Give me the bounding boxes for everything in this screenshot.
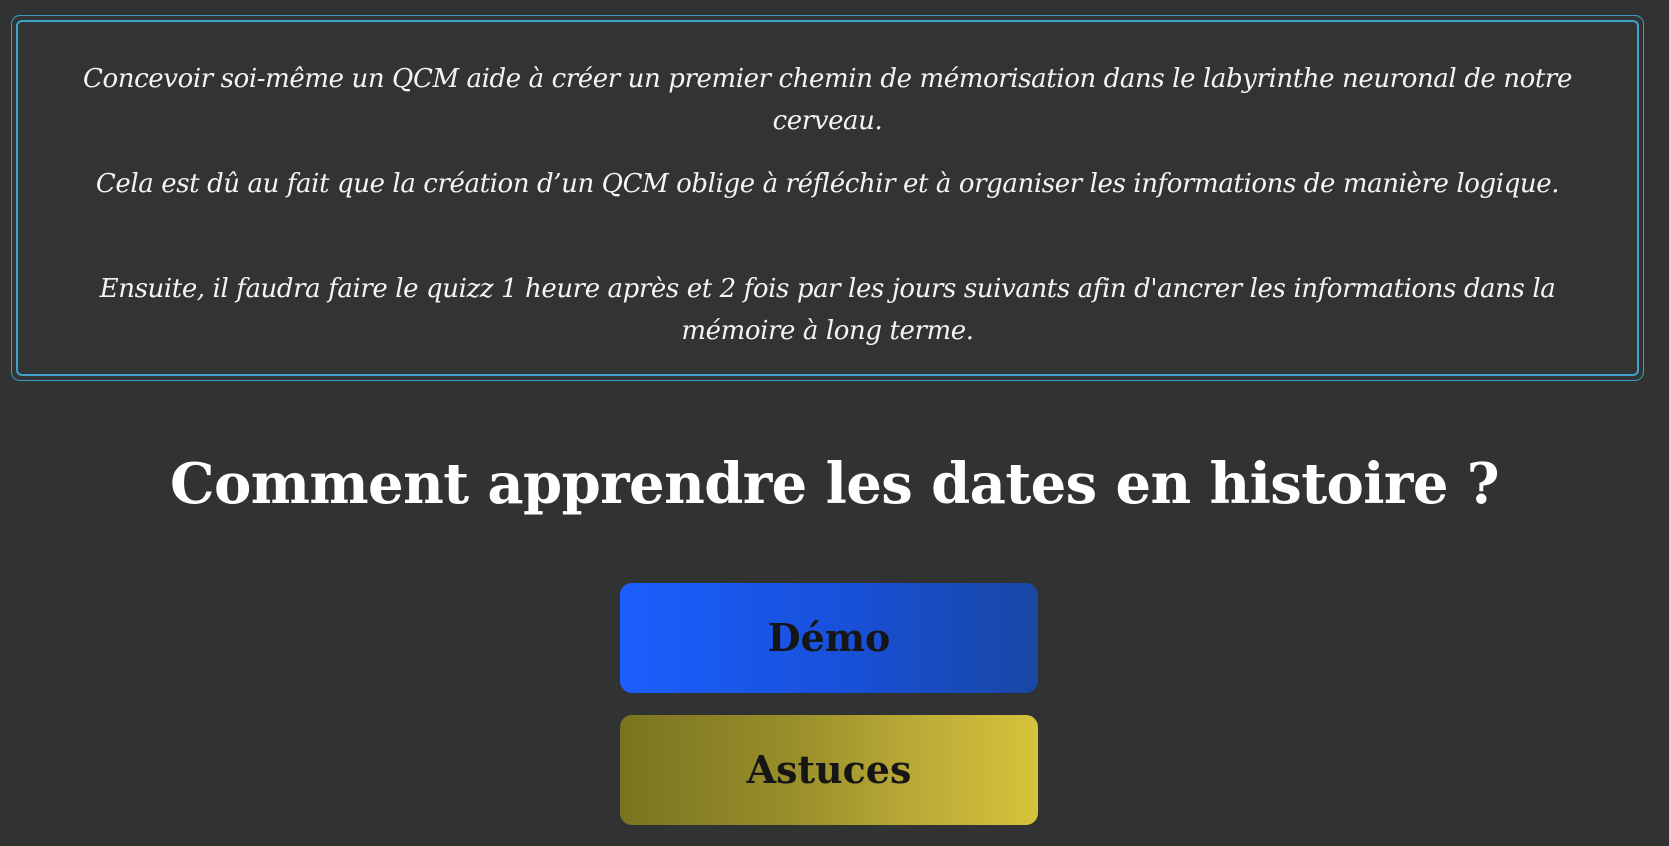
demo-button[interactable]: Démo	[620, 583, 1038, 693]
info-paragraph: Concevoir soi-même un QCM aide à créer u…	[83, 64, 1572, 136]
info-paragraph: Cela est dû au fait que la création d’un…	[95, 169, 1560, 199]
page-title: Comment apprendre les dates en histoire …	[170, 451, 1500, 517]
info-box: Concevoir soi-même un QCM aide à créer u…	[11, 15, 1644, 381]
info-paragraph: Ensuite, il faudra faire le quizz 1 heur…	[99, 274, 1556, 346]
tips-button[interactable]: Astuces	[620, 715, 1038, 825]
